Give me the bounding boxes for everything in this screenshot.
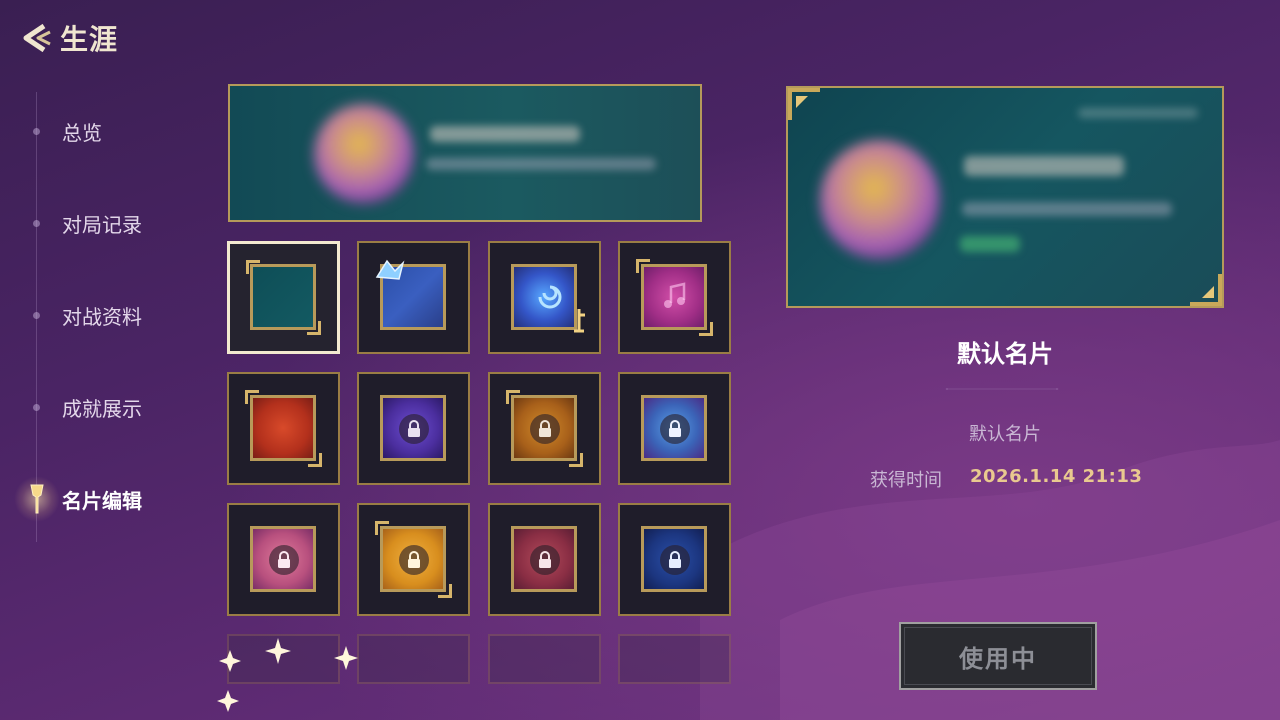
header: 生涯 [14, 16, 118, 60]
card-corner [308, 453, 322, 467]
card-item[interactable] [618, 241, 731, 354]
card-corner [246, 260, 260, 274]
card-item[interactable] [618, 372, 731, 485]
lock-icon [269, 545, 299, 575]
card-item[interactable] [227, 503, 340, 616]
card-corner [245, 390, 259, 404]
card-item[interactable] [488, 241, 601, 354]
key-icon [574, 309, 585, 333]
blurred-info [426, 158, 656, 170]
in-use-button[interactable]: 使用中 [899, 622, 1097, 690]
card-item[interactable] [618, 634, 731, 684]
card-item[interactable] [357, 503, 470, 616]
sidebar-item-match-history[interactable]: 对局记录 [0, 203, 200, 243]
page-title: 生涯 [60, 23, 119, 56]
card-description: 默认名片 [969, 424, 1041, 445]
sidebar-item-label: 名片编辑 [62, 488, 142, 513]
lock-icon [399, 414, 429, 444]
sidebar-dot [33, 311, 40, 319]
crystal-icon [375, 259, 405, 280]
blurred-name [964, 156, 1124, 176]
blurred-name [430, 126, 580, 142]
card-item[interactable] [488, 503, 601, 616]
card-item[interactable] [227, 241, 340, 354]
swirl-icon [538, 285, 562, 309]
sidebar-nav: 总览 对局记录 对战资料 成就展示 名片编辑 [0, 80, 200, 550]
card-item[interactable] [227, 372, 340, 485]
divider [945, 388, 1059, 390]
card-corner [375, 521, 389, 535]
sidebar-item-overview[interactable]: 总览 [0, 111, 200, 151]
back-arrow-icon[interactable] [14, 18, 54, 58]
sparkle-decoration [217, 638, 358, 712]
blurred-badge [960, 236, 1020, 252]
card-preview-banner [228, 84, 702, 222]
obtain-time-label: 获得时间 [870, 470, 942, 491]
obtain-time-value: 2026.1.14 21:13 [970, 466, 1143, 487]
music-note-icon [664, 282, 686, 308]
card-corner [307, 321, 321, 335]
blurred-info [962, 202, 1172, 216]
sidebar-dot [33, 127, 40, 135]
card-item[interactable] [488, 634, 601, 684]
lock-icon [399, 545, 429, 575]
sidebar-item-label: 对局记录 [62, 212, 142, 237]
card-item[interactable] [357, 372, 470, 485]
lock-icon [660, 414, 690, 444]
avatar-emblem [314, 104, 414, 204]
pen-icon [30, 484, 44, 514]
sidebar-item-battle-stats[interactable]: 对战资料 [0, 295, 200, 335]
card-corner [438, 584, 452, 598]
corner-ornament [1190, 274, 1222, 306]
sidebar-item-label: 总览 [62, 120, 102, 145]
lock-icon [530, 414, 560, 444]
card-corner [699, 322, 713, 336]
card-corner [569, 453, 583, 467]
blurred-tag [1078, 108, 1198, 118]
sidebar-item-achievements[interactable]: 成就展示 [0, 387, 200, 427]
card-item[interactable] [357, 241, 470, 354]
card-corner [636, 259, 650, 273]
sidebar-item-label: 对战资料 [62, 304, 142, 329]
sidebar-dot [33, 219, 40, 227]
card-item[interactable] [618, 503, 731, 616]
lock-icon [660, 545, 690, 575]
sidebar-dot [33, 403, 40, 411]
card-corner [506, 390, 520, 404]
card-name: 默认名片 [957, 340, 1053, 368]
card-thumbnail [250, 395, 316, 461]
sidebar-item-card-edit[interactable]: 名片编辑 [0, 476, 200, 522]
card-item[interactable] [488, 372, 601, 485]
card-detail-preview [786, 86, 1224, 308]
sidebar-item-label: 成就展示 [62, 396, 142, 421]
corner-ornament [788, 88, 820, 120]
avatar-emblem [820, 140, 940, 260]
lock-icon [530, 545, 560, 575]
